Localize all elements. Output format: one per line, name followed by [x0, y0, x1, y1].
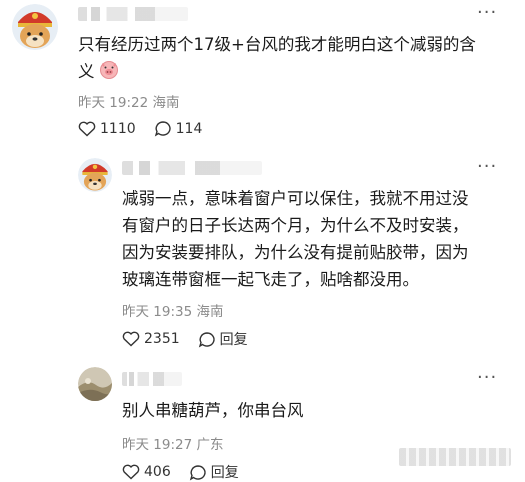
heart-icon	[122, 464, 140, 480]
comment-bubble-icon	[154, 121, 171, 137]
avatar[interactable]	[12, 4, 58, 50]
comment-actions: 406 回复	[122, 462, 257, 482]
comment-button[interactable]: 114	[154, 120, 203, 137]
username[interactable]	[122, 372, 182, 386]
comment-actions: 2351 回复	[122, 329, 266, 349]
doge-avatar-icon	[78, 158, 112, 192]
more-icon[interactable]: ···	[477, 156, 497, 177]
watermark	[399, 448, 511, 466]
doge-avatar-icon	[12, 4, 58, 50]
comment-text: 只有经历过两个17级+台风的我才能明白这个减弱的含 义	[78, 31, 518, 87]
comment-bubble-icon	[189, 464, 206, 481]
comment-meta: 昨天 19:27 广东	[122, 433, 224, 453]
heart-icon	[78, 121, 96, 136]
reply-label: 回复	[210, 465, 239, 481]
username[interactable]	[78, 7, 188, 21]
reply-button[interactable]: 回复	[198, 329, 248, 349]
reply-button[interactable]: 回复	[189, 462, 239, 482]
timestamp: 昨天 19:22	[78, 95, 149, 111]
avatar[interactable]	[78, 158, 112, 192]
comment-actions: 1110 114	[78, 120, 220, 137]
like-button[interactable]: 1110	[78, 121, 136, 137]
location: 海南	[152, 95, 180, 111]
comment-meta: 昨天 19:22 海南	[78, 91, 180, 111]
location: 广东	[196, 437, 224, 453]
timestamp: 昨天 19:27	[122, 437, 193, 453]
like-button[interactable]: 406	[122, 464, 171, 480]
comment-text: 减弱一点，意味着窗户可以保住，我就不用过没 有窗户的日子长达两个月，为什么不及时…	[122, 189, 469, 289]
reply-count: 114	[175, 120, 203, 137]
like-count: 2351	[144, 331, 180, 347]
comment-text: 别人串糖葫芦，你串台风	[122, 401, 304, 420]
comment-bubble-icon	[198, 331, 215, 348]
heart-icon	[122, 331, 140, 347]
timestamp: 昨天 19:35	[122, 304, 193, 320]
avatar[interactable]	[78, 367, 112, 401]
reply-label: 回复	[219, 332, 248, 348]
comment-meta: 昨天 19:35 海南	[122, 300, 224, 320]
more-icon[interactable]: ···	[477, 367, 497, 388]
like-count: 1110	[100, 120, 136, 137]
more-icon[interactable]: ···	[477, 2, 497, 23]
like-count: 406	[144, 464, 171, 480]
like-button[interactable]: 2351	[122, 331, 180, 347]
landscape-avatar-icon	[78, 367, 112, 401]
username[interactable]	[122, 161, 262, 175]
location: 海南	[196, 304, 224, 320]
pig-face-emoji-icon	[98, 59, 120, 87]
